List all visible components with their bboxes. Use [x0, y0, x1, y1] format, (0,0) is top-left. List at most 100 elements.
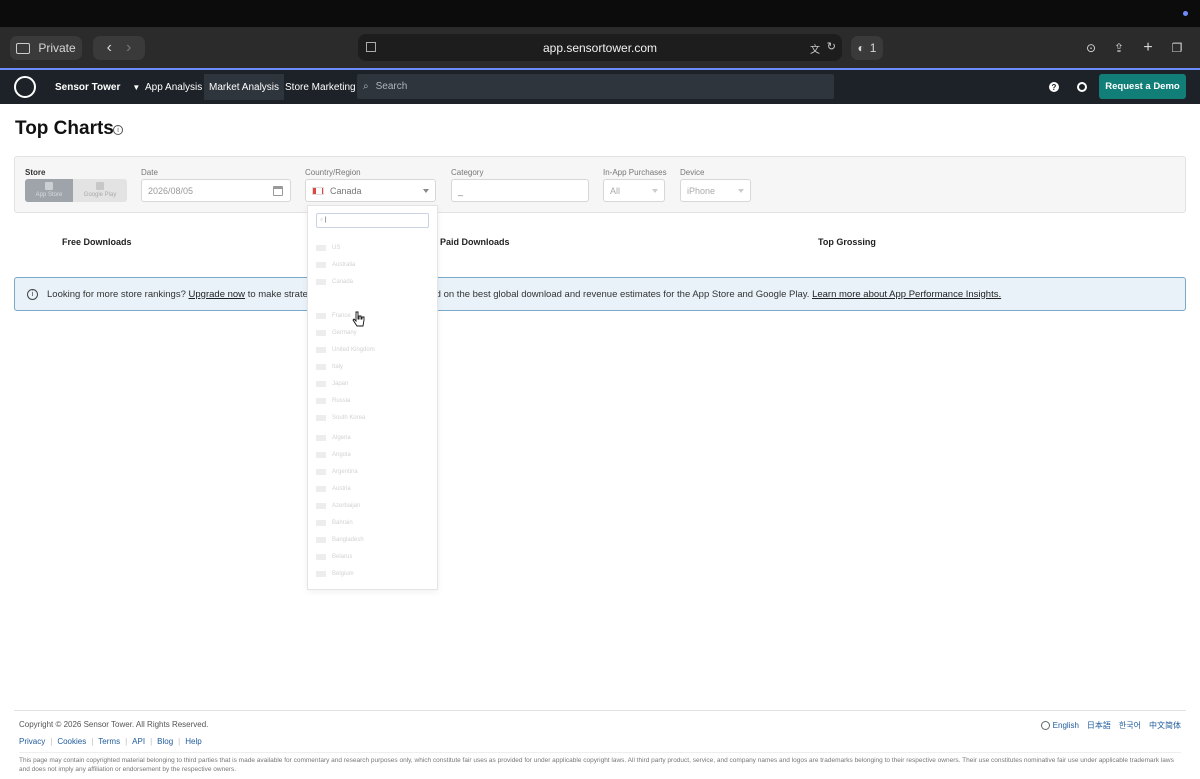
country-select[interactable]: Canada [305, 179, 436, 202]
brand-label: Sensor Tower [55, 81, 121, 93]
footer-links: Privacy | Cookies | Terms | API | Blog | Help [19, 737, 202, 746]
country-option[interactable]: Algeria [316, 432, 351, 444]
nav-market-analysis[interactable]: Market Analysis [204, 74, 285, 100]
shield-button[interactable]: ◐ 1 [851, 36, 883, 60]
forward-icon[interactable]: › [126, 39, 131, 57]
category-value: _ [458, 185, 464, 196]
device-value: iPhone [687, 185, 716, 196]
country-option[interactable]: Australia [316, 259, 355, 271]
country-option[interactable]: Angola [316, 449, 351, 461]
page-title: Top Charts [15, 118, 114, 139]
request-demo-button[interactable]: Request a Demo [1099, 74, 1186, 99]
tabs-overview-icon[interactable]: ❐ [1169, 36, 1185, 60]
country-option[interactable]: Argentina [316, 466, 358, 478]
browser-toolbar: Private ‹ › app.sensortower.com 文 ↻ ◐ 1 … [0, 27, 1200, 68]
search-input[interactable]: ⌕ Search [357, 74, 834, 99]
iap-label: In-App Purchases [603, 168, 667, 177]
store-label: Store [25, 168, 46, 177]
lang-english[interactable]: English [1053, 721, 1079, 730]
country-option[interactable]: US [316, 242, 340, 254]
lang-chinese[interactable]: 中文简体 [1149, 720, 1181, 731]
back-icon[interactable]: ‹ [107, 39, 112, 57]
footer-divider [14, 710, 1186, 711]
url-bar[interactable]: app.sensortower.com 文 ↻ [358, 34, 842, 61]
history-nav: ‹ › [93, 36, 145, 60]
terms-link[interactable]: Terms [98, 737, 120, 746]
private-label: Private [38, 41, 76, 55]
country-option[interactable]: United Kingdom [316, 344, 375, 356]
country-option[interactable]: South Korea [316, 412, 365, 424]
tab-free-downloads[interactable]: Free Downloads [62, 237, 132, 247]
lang-japanese[interactable]: 日本語 [1087, 720, 1111, 731]
iap-value: All [610, 185, 621, 196]
search-placeholder: Search [375, 81, 408, 92]
country-option[interactable]: Canada [316, 276, 353, 288]
status-dot [1183, 11, 1188, 16]
device-label: Device [680, 168, 705, 177]
banner-text: Looking for more store rankings? Upgrade… [47, 288, 1002, 300]
country-option[interactable]: Germany [316, 327, 357, 339]
help-icon[interactable]: ? [1049, 70, 1059, 104]
learn-more-link[interactable]: Learn more about App Performance Insight… [812, 289, 1001, 300]
globe-icon [1040, 721, 1050, 730]
shield-icon: ◐ [857, 41, 865, 55]
device-select[interactable]: iPhone [680, 179, 751, 202]
search-icon: ⌕ [363, 81, 369, 92]
new-tab-icon[interactable]: + [1140, 36, 1156, 60]
category-label: Category [451, 168, 484, 177]
app-store-option[interactable]: App Store [25, 179, 73, 202]
reload-icon[interactable]: ↻ [827, 40, 836, 53]
country-option[interactable]: France [316, 310, 351, 322]
country-option[interactable]: Italy [316, 361, 343, 373]
country-option[interactable]: Japan [316, 378, 348, 390]
country-option[interactable]: Belarus [316, 551, 352, 563]
upgrade-link[interactable]: Upgrade now [189, 289, 246, 300]
country-option[interactable]: Russia [316, 395, 350, 407]
account-icon[interactable] [1077, 70, 1087, 104]
nav-app-analysis[interactable]: App Analysis [145, 70, 202, 104]
country-option[interactable]: Belgium [316, 568, 354, 580]
sensor-tower-logo-icon[interactable] [14, 70, 36, 104]
chevron-down-icon [738, 189, 744, 193]
country-search-input[interactable]: ⌕ | [316, 213, 429, 228]
upgrade-banner: i Looking for more store rankings? Upgra… [14, 277, 1186, 311]
country-option[interactable]: Azerbaijan [316, 500, 360, 512]
page-menu-icon[interactable] [366, 42, 376, 52]
sidebar-icon [16, 42, 31, 54]
tab-paid-downloads[interactable]: Paid Downloads [440, 237, 510, 247]
share-icon[interactable]: ⇪ [1111, 36, 1127, 60]
translate-icon[interactable]: 文 [810, 41, 820, 56]
info-icon[interactable]: i [113, 125, 123, 135]
country-option[interactable]: Austria [316, 483, 351, 495]
category-select[interactable]: _ [451, 179, 589, 202]
help-link[interactable]: Help [185, 737, 201, 746]
chevron-down-icon: ▼ [132, 82, 141, 92]
download-icon[interactable]: ⊙ [1083, 36, 1099, 60]
date-label: Date [141, 168, 158, 177]
date-value: 2026/08/05 [148, 185, 194, 196]
nav-store-marketing[interactable]: Store Marketing [285, 70, 356, 104]
blog-link[interactable]: Blog [157, 737, 173, 746]
iap-select[interactable]: All [603, 179, 665, 202]
legal-notice: This page may contain copyrighted materi… [19, 757, 1174, 773]
api-link[interactable]: API [132, 737, 145, 746]
lang-korean[interactable]: 한국어 [1119, 720, 1141, 731]
private-tab-button[interactable]: Private [10, 36, 82, 60]
tracker-count: 1 [869, 41, 877, 55]
brand-menu[interactable]: Sensor Tower ▼ [55, 70, 140, 104]
footer-divider [19, 752, 1181, 753]
url-text: app.sensortower.com [542, 40, 658, 55]
language-switcher: English 日本語 한국어 中文简体 [1040, 720, 1181, 731]
calendar-icon[interactable] [273, 186, 283, 196]
country-value: Canada [330, 185, 362, 196]
date-field[interactable]: 2026/08/05 [141, 179, 291, 202]
country-option[interactable]: Bangladesh [316, 534, 364, 546]
info-icon: i [27, 288, 38, 300]
privacy-link[interactable]: Privacy [19, 737, 45, 746]
country-option[interactable]: Bahrain [316, 517, 353, 529]
google-play-option[interactable]: Google Play [76, 179, 124, 202]
cookies-link[interactable]: Cookies [57, 737, 86, 746]
system-topbar [0, 0, 1200, 27]
tab-top-grossing[interactable]: Top Grossing [818, 237, 876, 247]
app-store-icon [45, 182, 53, 190]
